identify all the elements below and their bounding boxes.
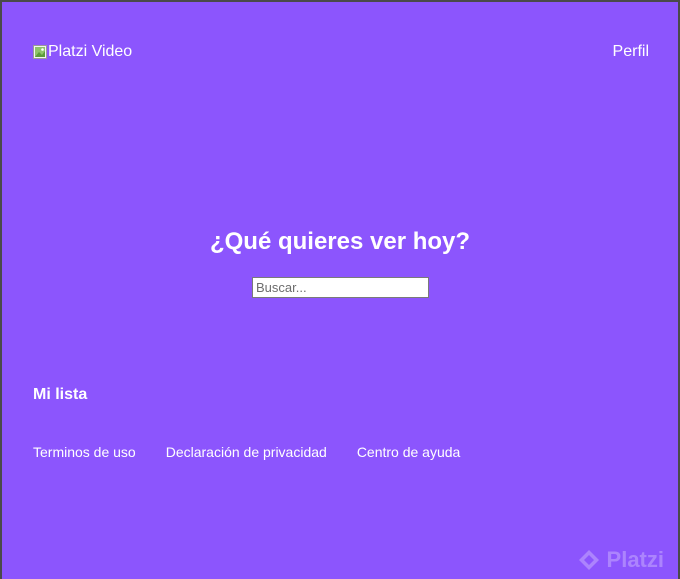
header: Platzi Video Perfil [33,43,649,65]
page-frame: Platzi Video Perfil ¿Qué quieres ver hoy… [2,2,678,579]
watermark-text: Platzi [606,547,664,572]
my-list-title: Mi lista [33,386,88,403]
page-title: ¿Qué quieres ver hoy? [209,228,471,255]
footer-link-help-center[interactable]: Centro de ayuda [357,444,461,460]
search-input[interactable] [252,277,429,298]
broken-image-icon [33,45,47,59]
logo-alt-text: Platzi Video [48,43,133,60]
footer-link-terms[interactable]: Terminos de uso [33,444,136,460]
footer: Terminos de uso Declaración de privacida… [33,444,460,460]
platzi-watermark: Platzi [577,547,664,573]
footer-link-privacy[interactable]: Declaración de privacidad [166,444,327,460]
profile-link[interactable]: Perfil [613,43,649,61]
platzi-logo-icon [578,550,599,570]
logo[interactable]: Platzi Video [33,43,132,61]
